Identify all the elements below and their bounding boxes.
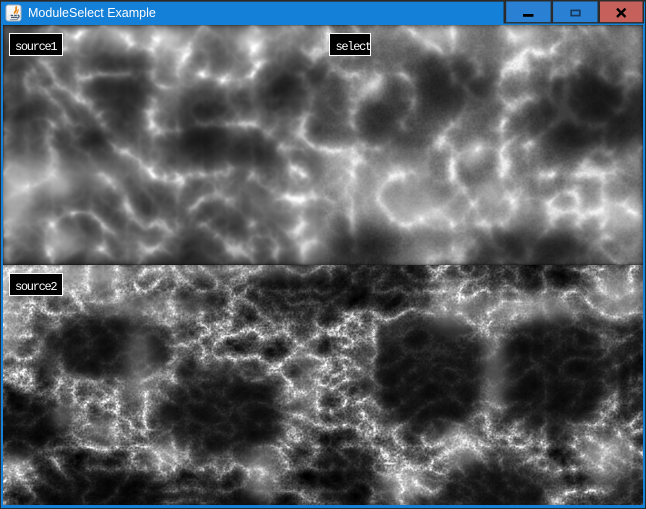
svg-text:source2: source2: [15, 280, 57, 294]
svg-text:select: select: [336, 40, 372, 54]
svg-text:source1: source1: [15, 40, 57, 54]
svg-text:ModuleSelect Example: ModuleSelect Example: [28, 6, 156, 20]
